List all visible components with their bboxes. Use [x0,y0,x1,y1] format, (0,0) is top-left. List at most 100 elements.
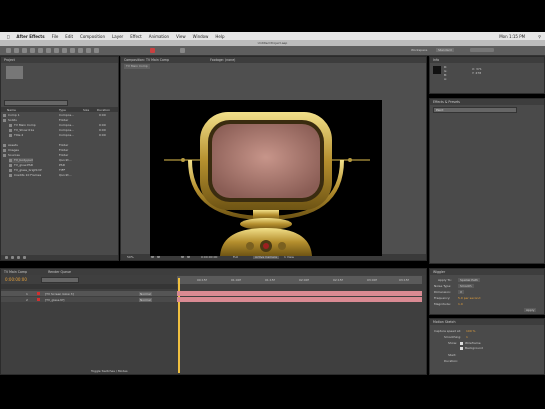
layer-row[interactable]: 1 [TV Screen Glow 3] Normal [1,291,177,296]
layer-name[interactable]: [TV Screen Glow 3] [45,292,74,296]
interpret-footage-icon[interactable] [5,256,8,259]
apply-to-select[interactable]: Spatial Path [458,278,480,282]
hand-tool-icon[interactable] [14,48,19,53]
smoothing-value[interactable]: 1 [466,335,468,339]
layer-number: 1 [26,292,28,296]
apple-icon[interactable]:  [7,34,9,39]
timeline-timecode[interactable]: 0:00:00:00 [5,277,27,282]
project-thumbnail [6,66,23,79]
menu-edit[interactable]: Edit [65,34,73,39]
search-help-field[interactable] [470,48,494,52]
camera-tool-icon[interactable] [38,48,43,53]
motion-sketch-panel: Motion Sketch Capture speed at: 100 % Sm… [429,318,545,375]
effects-presets-panel: Effects & Presets Paint [429,98,545,264]
new-comp-icon[interactable] [17,256,20,259]
composition-canvas[interactable] [150,100,382,256]
pan-behind-tool-icon[interactable] [46,48,51,53]
layer-label-color[interactable] [37,292,40,295]
noise-type-select[interactable]: Smooth [458,284,474,288]
text-tool-icon[interactable] [70,48,75,53]
toggle-switches-modes[interactable]: Toggle Switches / Modes [91,369,128,373]
wiggler-tab[interactable]: Wiggler [430,269,544,275]
zoom-tool-icon[interactable] [22,48,27,53]
composition-tab: Composition: TV Main Comp Footage: (none… [121,57,426,63]
rotate-tool-icon[interactable] [30,48,35,53]
magnitude-value[interactable]: 1.0 [458,302,463,306]
col-name[interactable]: Name [7,108,16,112]
comp-icon [9,133,12,137]
show-label: Show: [448,341,457,345]
footage-icon [9,163,12,167]
color-swatch [433,66,441,74]
menu-app-name[interactable]: After Effects [16,34,44,39]
snap-icon[interactable] [180,48,185,53]
project-tab[interactable]: Project [1,57,118,63]
selection-tool-icon[interactable] [6,48,11,53]
project-search-input[interactable] [4,100,68,106]
layer-number: 2 [26,298,28,302]
layer-name[interactable]: [TV_glass.tif] [45,298,64,302]
comp-navigator-button[interactable]: TV Main Comp [124,64,150,69]
background-checkbox[interactable] [460,347,463,350]
effects-search-input[interactable]: Paint [433,107,517,113]
duration-label: Duration: [444,359,459,363]
col-size[interactable]: Size [83,108,89,112]
info-y: Y: 478 [472,71,482,75]
spotlight-icon[interactable]: ⚲ [538,34,541,39]
col-duration[interactable]: Duration [97,108,110,112]
time-ruler[interactable]: 00:15f 01:00f 01:15f 02:00f 02:15f 03:00… [177,276,422,284]
timeline-tab[interactable]: TV Main Comp [4,270,27,274]
menu-layer[interactable]: Layer [112,34,123,39]
comp-icon [9,123,12,127]
pen-tool-icon[interactable] [62,48,67,53]
footage-icon [9,173,12,177]
frequency-label: Frequency: [434,296,451,300]
menu-help[interactable]: Help [215,34,224,39]
menu-view[interactable]: View [176,34,186,39]
project-row[interactable]: Title 2 Compos... 0:00 [9,133,106,138]
project-row[interactable]: Credits 10 Frames Quickt... [9,173,72,178]
mask-tool-icon[interactable] [54,48,59,53]
apply-button[interactable]: Apply [524,308,537,312]
menu-window[interactable]: Window [193,34,209,39]
ruler-label: 02:15f [333,278,343,282]
layer-column-headers [1,284,177,289]
menu-effect[interactable]: Effect [130,34,142,39]
ruler-label: 00:15f [197,278,207,282]
clone-tool-icon[interactable] [86,48,91,53]
workspace-select[interactable]: Standard [436,48,454,52]
info-panel: Info R: G: B: A: X: 371 Y: 478 [429,56,545,94]
effects-tab[interactable]: Effects & Presets [430,99,544,105]
ruler-label: 02:00f [299,278,309,282]
render-queue-tab[interactable]: Render Queue [48,270,71,274]
col-type[interactable]: Type [59,108,66,112]
menu-composition[interactable]: Composition [80,34,105,39]
dimension-select[interactable]: X [458,290,465,294]
menu-animation[interactable]: Animation [149,34,169,39]
wireframe-checkbox[interactable] [460,342,463,345]
layer-row[interactable]: 2 [TV_glass.tif] Normal [1,297,177,302]
record-icon[interactable] [150,48,155,53]
motion-sketch-tab[interactable]: Motion Sketch [430,319,544,325]
capture-speed-value[interactable]: 100 % [466,329,476,333]
zoom-select[interactable]: 50% [127,255,134,259]
info-tab[interactable]: Info [430,57,544,63]
brush-tool-icon[interactable] [78,48,83,53]
magnitude-label: Magnitude: [434,302,451,306]
eraser-tool-icon[interactable] [94,48,99,53]
menu-file[interactable]: File [52,34,59,39]
wiggler-panel: Wiggler Apply To: Spatial Path Noise Typ… [429,268,545,315]
comp-tab-label[interactable]: Composition: TV Main Comp [124,58,169,62]
layer-label-color[interactable] [37,298,40,301]
info-a: A: [444,77,448,81]
new-folder-icon[interactable] [11,256,14,259]
layer-duration-bar[interactable] [177,297,422,302]
footage-tab-label[interactable]: Footage: (none) [210,58,235,62]
layer-mode[interactable]: Normal [139,292,152,296]
frequency-value[interactable]: 5.0 per second [458,296,480,300]
trash-icon[interactable] [23,256,26,259]
smoothing-label: Smoothing: [444,335,462,339]
layer-search-input[interactable] [41,277,79,283]
layer-duration-bar[interactable] [177,291,422,296]
layer-mode[interactable]: Normal [139,298,152,302]
